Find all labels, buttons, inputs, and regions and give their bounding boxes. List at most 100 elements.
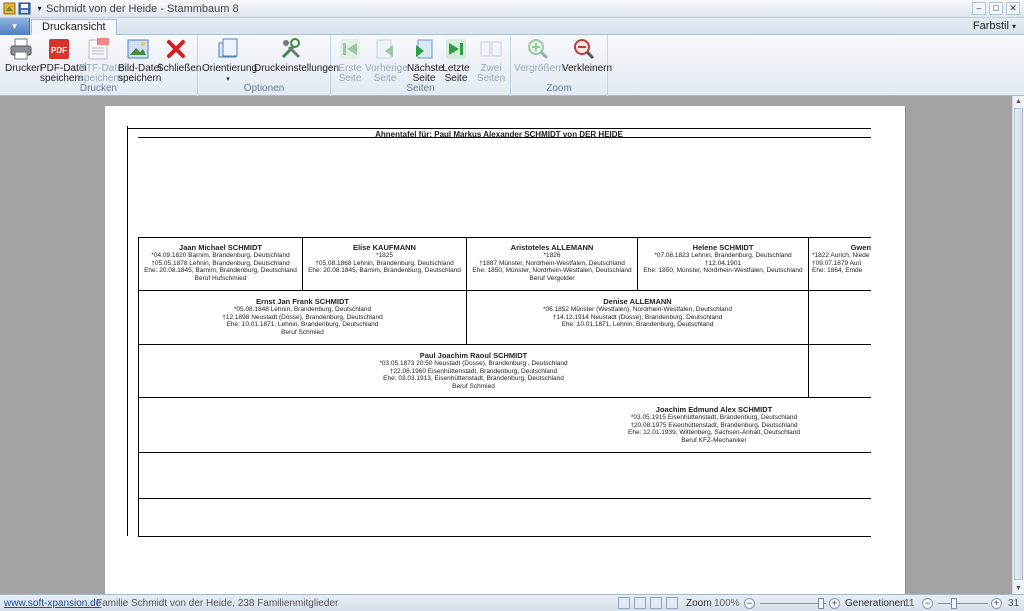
tools-icon <box>279 37 303 61</box>
maximize-button[interactable]: □ <box>989 2 1003 15</box>
person-card[interactable]: Joachim Edmund Alex SCHMIDT *03.05.1915 … <box>560 405 868 444</box>
row-line <box>138 452 871 453</box>
group-label-seiten: Seiten <box>406 83 435 94</box>
scroll-up-icon[interactable]: ▲ <box>1013 96 1024 107</box>
person-marriage: Ehe: 20.08.1845, Barnim, Brandenburg, De… <box>144 267 297 274</box>
person-card[interactable]: Ernst Jan Frank SCHMIDT *05.08.1848 Lehn… <box>139 297 466 336</box>
person-marriage: Ehe: 20.08.1845, Barnim, Brandenburg, De… <box>308 267 461 274</box>
view-fit-icon[interactable] <box>666 597 678 609</box>
zoom-out-small-icon[interactable]: − <box>744 598 755 609</box>
person-occupation: Beruf Schmied <box>281 328 324 336</box>
person-name: Paul Joachim Raoul SCHMIDT <box>419 351 528 360</box>
drucken-button[interactable]: Drucken <box>5 37 42 74</box>
person-marriage: Ehe: 03.03.1913, Eisenhüttenstadt, Brand… <box>383 375 564 382</box>
person-card[interactable]: Jaan Michael SCHMIDT *04.09.1820 Barnim,… <box>139 243 302 282</box>
zoom-slider-knob[interactable] <box>818 598 824 609</box>
website-link[interactable]: www.soft-xpansion.de <box>4 598 101 609</box>
ribbon-tab-row: ▾ Druckansicht Farbstil ▾ <box>0 18 1024 36</box>
erste-seite-button[interactable]: Erste Seite <box>335 37 365 84</box>
rtf-icon <box>86 37 110 61</box>
vertical-scrollbar[interactable]: ▲ ▼ <box>1012 96 1024 594</box>
person-marriage: Ehe: 10.01.1871, Lehnin, Brandenburg, De… <box>561 321 714 328</box>
app-icon <box>3 2 16 15</box>
generationen-value: 11 <box>904 598 915 609</box>
first-page-icon <box>338 37 362 61</box>
person-death: †22.08.1960 Eisenhüttenstadt, Brandenbur… <box>389 367 558 375</box>
generationen-max: 31 <box>1008 598 1020 609</box>
preview-page <box>105 106 905 594</box>
zoom-value: 100% <box>714 598 740 609</box>
print-preview-area[interactable] <box>0 96 1012 594</box>
person-death: †20.08.1975 Eisenhüttenstadt, Brandenbur… <box>630 421 798 429</box>
orientation-icon <box>216 37 240 61</box>
verkleinern-button[interactable]: Verkleinern <box>562 37 612 74</box>
person-death: †12.1898 Neustadt (Dosse), Brandenburg, … <box>222 313 383 321</box>
minimize-button[interactable]: – <box>972 2 986 15</box>
rtf-speichern-button[interactable]: RTF-Datei speichern <box>79 37 125 84</box>
person-card[interactable]: Paul Joachim Raoul SCHMIDT *03.05.1873 2… <box>139 351 808 390</box>
schliessen-button[interactable]: Schließen <box>157 37 201 74</box>
title-rule <box>138 137 871 138</box>
letzte-seite-button[interactable]: Letzte Seite <box>441 37 471 84</box>
row-line <box>138 498 871 499</box>
vergroessern-button[interactable]: Vergrößern <box>514 37 564 74</box>
person-card[interactable]: Helene SCHMIDT *07.08.1823 Lehnin, Brand… <box>638 243 808 275</box>
row-line <box>138 344 871 345</box>
view-multi-page-icon[interactable] <box>650 597 662 609</box>
person-card[interactable]: Elise KAUFMANN *1825 †05.08.1868 Lehnin,… <box>303 243 466 275</box>
farbstil-label: Farbstil <box>972 20 1009 32</box>
generationen-slider-knob[interactable] <box>951 598 957 609</box>
next-page-icon <box>412 37 436 61</box>
quick-access-dropdown-icon[interactable]: ▾ <box>33 2 46 15</box>
application-menu-button[interactable]: ▾ <box>0 18 30 35</box>
tab-druckansicht[interactable]: Druckansicht <box>31 19 117 36</box>
person-death: †05.08.1868 Lehnin, Brandenburg, Deutsch… <box>315 259 454 267</box>
pdf-icon: PDF <box>47 37 71 61</box>
person-birth: *1825 <box>376 252 393 259</box>
generationen-decrease-icon[interactable]: − <box>922 598 933 609</box>
pdf-speichern-button[interactable]: PDF PDF-Datei speichern <box>40 37 87 84</box>
app-menu-caret-icon: ▾ <box>12 21 17 31</box>
person-marriage: Ehe: 10.01.1871, Lehnin, Brandenburg, De… <box>226 321 379 328</box>
person-card[interactable]: Gwen *1822 Aurich, Niede †09.07.1879 Aur… <box>812 243 871 275</box>
scroll-thumb[interactable] <box>1014 108 1023 580</box>
person-death: †09.07.1879 Auri <box>812 259 862 267</box>
druckeinstellungen-button[interactable]: Druckeinstellungen <box>254 37 339 74</box>
generationen-slider[interactable] <box>938 603 988 604</box>
person-occupation: Beruf KFZ-Mechaniker <box>681 436 747 444</box>
zoom-in-icon <box>526 37 550 61</box>
zoom-in-small-icon[interactable]: + <box>829 598 840 609</box>
person-card[interactable]: Aristoteles ALLEMANN *1826 †1887 Münster… <box>467 243 637 282</box>
group-optionen: Orientierung ▾ Druckeinstellungen Option… <box>198 35 339 96</box>
title-bar: ▾ Schmidt von der Heide - Stammbaum 8 – … <box>0 0 1024 18</box>
zwei-seiten-button[interactable]: Zwei Seiten <box>474 37 508 84</box>
group-label-zoom: Zoom <box>546 83 572 94</box>
person-card[interactable]: Denise ALLEMANN *06.1852 Münster (Westfa… <box>467 297 808 329</box>
person-marriage: Ehe: 1850, Münster, Nordrhein-Westfalen,… <box>472 267 632 274</box>
zoom-slider[interactable] <box>760 603 826 604</box>
close-window-button[interactable]: ✕ <box>1006 2 1020 15</box>
orientierung-button[interactable]: Orientierung ▾ <box>202 37 257 85</box>
person-name: Helene SCHMIDT <box>692 243 754 252</box>
row-line <box>138 290 871 291</box>
window-title: Schmidt von der Heide - Stammbaum 8 <box>46 3 239 15</box>
save-icon[interactable] <box>18 2 31 15</box>
person-death: †05.05.1878 Lehnin, Brandenburg, Deutsch… <box>151 259 290 267</box>
person-death: †12.04.1901 <box>704 259 742 267</box>
person-birth: *06.1852 Münster (Westfalen), Nordrhein-… <box>542 306 733 313</box>
view-two-pages-icon[interactable] <box>634 597 646 609</box>
view-single-page-icon[interactable] <box>618 597 630 609</box>
group-label-optionen: Optionen <box>243 83 285 94</box>
printer-icon <box>9 37 33 61</box>
generationen-increase-icon[interactable]: + <box>991 598 1002 609</box>
zoom-label: Zoom <box>686 598 712 609</box>
scroll-down-icon[interactable]: ▼ <box>1013 583 1024 594</box>
person-birth: *07.08.1823 Lehnin, Brandenburg, Deutsch… <box>654 252 792 259</box>
vorherige-seite-button[interactable]: Vorherige Seite <box>365 37 408 84</box>
close-icon <box>164 37 188 61</box>
naechste-seite-button[interactable]: Nächste Seite <box>407 37 444 84</box>
farbstil-menu[interactable]: Farbstil ▾ <box>973 20 1016 32</box>
person-birth: *04.09.1820 Barnim, Brandenburg, Deutsch… <box>151 252 290 259</box>
row-line <box>138 397 871 398</box>
bild-speichern-button[interactable]: Bild-Datei speichern <box>118 37 161 84</box>
